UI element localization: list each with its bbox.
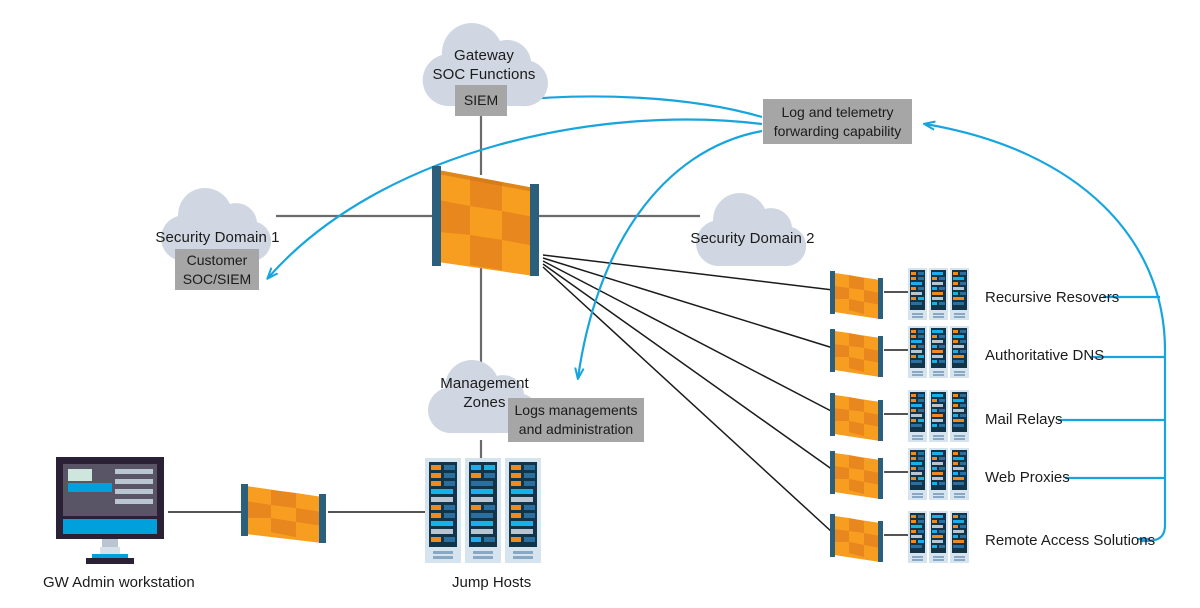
siem-box-label: SIEM: [463, 92, 499, 108]
logs-management-line-2: and administration: [518, 421, 634, 437]
cyan-trunk-vertical: [1139, 350, 1167, 543]
service-1-racks[interactable]: [908, 268, 970, 325]
service-4-racks[interactable]: [908, 448, 970, 505]
service-5-label: Remote Access Solutions: [985, 532, 1156, 549]
cloud-gateway-soc-line-1: Gateway: [454, 47, 514, 64]
service-3-racks[interactable]: [908, 390, 970, 447]
gw-admin-workstation-label: GW Admin workstation: [43, 574, 195, 591]
service-3-firewall[interactable]: [828, 391, 886, 446]
customer-soc-line-1: Customer: [186, 251, 248, 268]
service-3-label: Mail Relays: [985, 411, 1063, 428]
jump-hosts-label: Jump Hosts: [452, 574, 532, 591]
cloud-security-domain-2-label: Security Domain 2: [680, 229, 825, 248]
logs-management-box[interactable]: Logs managements and administration: [508, 398, 644, 442]
service-1-label: Recursive Resovers: [985, 289, 1120, 306]
firewall-icon: [830, 271, 883, 321]
service-2-racks[interactable]: [908, 326, 970, 383]
service-2-label: Authoritative DNS: [985, 347, 1105, 364]
cloud-management-zones-line-1: Management: [440, 375, 529, 392]
cloud-gateway-soc-line-2: SOC Functions: [432, 66, 536, 83]
customer-soc-line-2: SOC/SIEM: [182, 270, 252, 287]
server-rack-icon: [908, 390, 969, 442]
firewall-icon: [432, 166, 539, 284]
server-rack-icon: [908, 511, 969, 563]
service-4-label: Web Proxies: [985, 469, 1070, 486]
customer-soc-box[interactable]: Customer SOC/SIEM: [175, 249, 259, 290]
log-forwarding-line-2: forwarding capability: [773, 122, 902, 139]
firewall-icon: [830, 329, 883, 379]
jump-hosts[interactable]: [425, 458, 541, 568]
cloud-gateway-soc-label: Gateway SOC Functions: [404, 46, 564, 84]
cloud-icon: [696, 192, 807, 267]
log-forwarding-line-1: Log and telemetry: [781, 103, 894, 120]
log-forwarding-box[interactable]: Log and telemetry forwarding capability: [763, 99, 912, 144]
service-5-racks[interactable]: [908, 511, 970, 568]
cloud-security-domain-1-line-1: Security Domain 1: [155, 229, 280, 246]
server-rack-icon: [425, 458, 541, 563]
core-firewall[interactable]: [424, 158, 548, 284]
siem-box[interactable]: SIEM: [455, 85, 507, 116]
firewall-icon: [830, 393, 883, 443]
logs-management-line-1: Logs managements: [514, 402, 638, 418]
firewall-icon: [830, 451, 883, 501]
firewall-icon: [830, 514, 883, 564]
service-5-firewall[interactable]: [828, 512, 886, 567]
cloud-security-domain-1-label: Security Domain 1: [145, 228, 290, 247]
service-4-firewall[interactable]: [828, 449, 886, 504]
server-rack-icon: [908, 268, 969, 320]
firewall-icon: [241, 484, 326, 546]
workstation-icon: [56, 457, 164, 564]
service-1-firewall[interactable]: [828, 269, 886, 324]
server-rack-icon: [908, 326, 969, 378]
service-2-firewall[interactable]: [828, 327, 886, 382]
gw-admin-workstation[interactable]: [52, 455, 172, 570]
cloud-security-domain-2-line-1: Security Domain 2: [690, 230, 815, 247]
server-rack-icon: [908, 448, 969, 500]
diagram-canvas: Gateway SOC Functions Security Domain 1 …: [0, 0, 1200, 608]
management-firewall[interactable]: [238, 481, 332, 548]
